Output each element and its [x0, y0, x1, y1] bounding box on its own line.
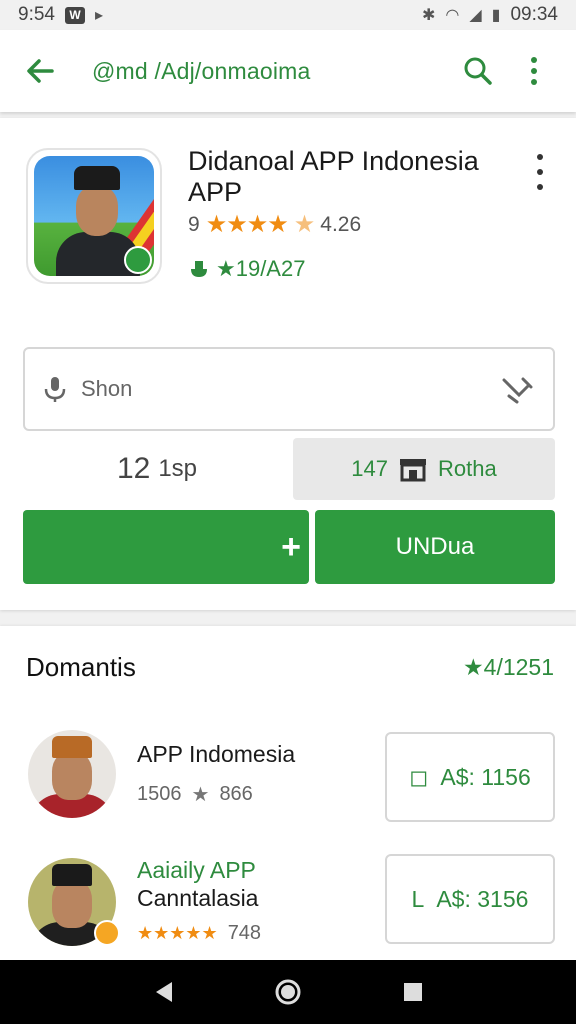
app-detail-card: Didanoal APP Indonesia APP 9 ★★★★ ★ 4.26 … — [0, 118, 576, 610]
item-rating: 866 — [219, 783, 253, 805]
list-item[interactable]: APP Indomesia 1506 ★ 866 ◻ A$: 1156 — [0, 726, 576, 826]
item-meta: ★★★★★ 748 — [137, 922, 261, 945]
stats-left-value: 12 — [116, 452, 151, 485]
more-vert-icon — [531, 57, 537, 85]
undua-button[interactable]: UNDua — [315, 510, 555, 584]
more-vert-icon — [537, 154, 543, 160]
app-title: Didanoal APP Indonesia APP — [188, 146, 479, 207]
add-button[interactable]: + — [23, 510, 309, 584]
square-recents-icon — [404, 983, 423, 1001]
price-label: A$: 3156 — [436, 885, 529, 912]
page-path: @md /Adj/onmaoima — [92, 57, 311, 84]
avatar — [28, 730, 116, 818]
stats-right-label: Rotha — [438, 456, 497, 481]
arrow-icon: ▸ — [94, 7, 104, 24]
price-button[interactable]: ◻ A$: 1156 — [385, 732, 555, 822]
mic-icon — [44, 377, 66, 402]
edit-icon[interactable] — [501, 374, 535, 404]
signal-icon: ◢ — [469, 7, 482, 24]
bluetooth-icon: ✱ — [421, 7, 436, 24]
home-circle-icon — [275, 979, 301, 1005]
search-button[interactable] — [456, 49, 500, 93]
downloads-count: ★19/A27 — [216, 256, 306, 281]
status-time: 9:54 — [18, 4, 55, 25]
back-button[interactable] — [20, 51, 60, 91]
download-icon — [191, 261, 207, 277]
item-name: Aaiaily APP — [137, 857, 256, 883]
rating-row: 9 ★★★★ ★ 4.26 — [188, 210, 361, 239]
price-button[interactable]: L A$: 3156 — [385, 854, 555, 944]
stats-right-button[interactable]: 147 Rotha — [293, 438, 555, 500]
rating-value: 4.26 — [320, 212, 362, 236]
app-icon — [26, 148, 162, 284]
stats-left: 12 1sp — [23, 438, 291, 500]
star-rating-icon: ★★★★★ — [137, 923, 218, 943]
store-icon — [400, 459, 426, 482]
notification-icon: W — [64, 6, 85, 24]
list-item[interactable]: Aaiaily APP Canntalasia ★★★★★ 748 L A$: … — [0, 848, 576, 948]
item-rating: 748 — [227, 922, 262, 944]
search-icon — [464, 57, 492, 85]
battery-icon: ▮ — [491, 7, 501, 24]
price-label: A$: 1156 — [440, 763, 531, 790]
rating-prefix: 9 — [188, 212, 200, 236]
item-number: 1506 — [137, 783, 182, 805]
related-section: Domantis ★4/1251 APP Indomesia 1506 ★ 86… — [0, 626, 576, 960]
system-nav-bar — [0, 960, 576, 1024]
section-count: ★4/1251 — [463, 654, 554, 680]
stats-left-unit: 1sp — [158, 455, 198, 482]
status-bar: 9:54 W ▸ ✱ ◠ ◢ ▮ 09:34 — [0, 0, 576, 30]
half-star-icon: ★ — [293, 211, 315, 238]
app-bar: @md /Adj/onmaoima — [0, 30, 576, 112]
downloads-row: ★19/A27 — [188, 256, 305, 282]
status-clock: 09:34 — [510, 4, 558, 25]
nav-recents-button[interactable] — [393, 972, 433, 1012]
item-name: APP Indomesia — [137, 741, 296, 767]
search-input[interactable] — [81, 376, 501, 402]
cart-icon: ◻ — [409, 763, 429, 790]
nav-back-button[interactable] — [143, 972, 183, 1012]
cart-icon: L — [411, 885, 425, 912]
triangle-back-icon — [155, 982, 172, 1002]
stats-right-value: 147 — [351, 456, 388, 481]
nav-home-button[interactable] — [268, 972, 308, 1012]
arrow-back-icon — [27, 59, 54, 83]
star-icon: ★ — [191, 784, 210, 806]
section-title: Domantis — [26, 652, 136, 682]
item-subname: Canntalasia — [137, 885, 259, 911]
app-icon-artwork — [34, 156, 154, 276]
app-badge-icon — [124, 246, 152, 274]
star-rating-icon: ★★★★ — [205, 211, 289, 238]
wifi-icon: ◠ — [445, 7, 460, 24]
app-overflow-button[interactable] — [530, 154, 550, 190]
item-meta: 1506 ★ 866 — [137, 782, 253, 807]
search-field[interactable] — [23, 347, 555, 431]
verified-badge-icon — [94, 920, 120, 946]
overflow-menu-button[interactable] — [512, 49, 556, 93]
